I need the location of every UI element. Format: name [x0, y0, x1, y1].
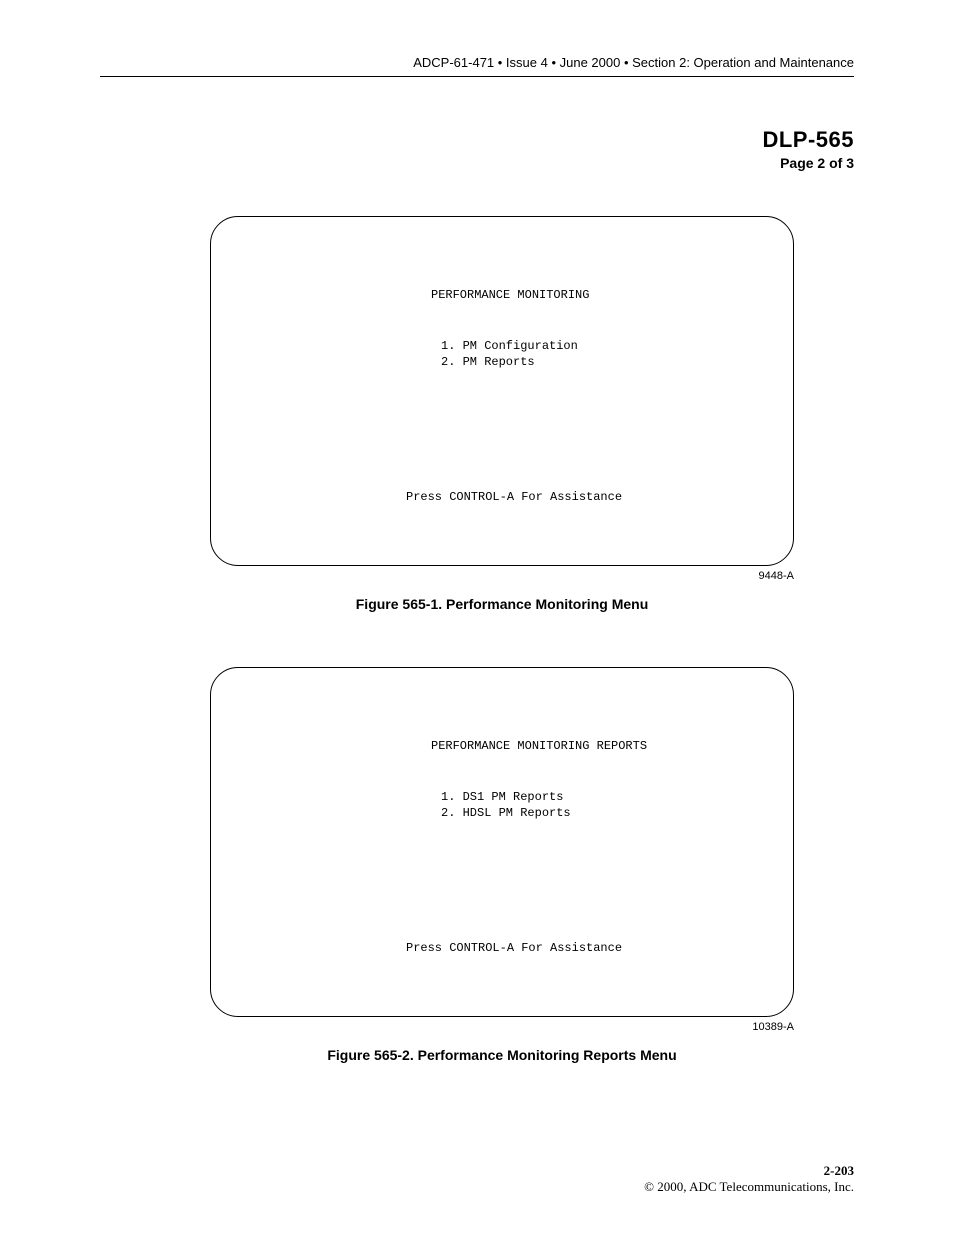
terminal-footer-text: Press CONTROL-A For Assistance — [406, 940, 793, 956]
terminal-footer-text: Press CONTROL-A For Assistance — [406, 489, 793, 505]
figure-caption: Figure 565-1. Performance Monitoring Men… — [210, 596, 794, 612]
terminal-options: 1. PM Configuration 2. PM Reports — [431, 338, 793, 370]
doc-id: DLP-565 — [100, 127, 854, 153]
figure-reference-number: 10389-A — [210, 1021, 794, 1033]
page-number: 2-203 — [644, 1163, 854, 1179]
page-footer: 2-203 © 2000, ADC Telecommunications, In… — [644, 1163, 854, 1195]
terminal-options: 1. DS1 PM Reports 2. HDSL PM Reports — [431, 789, 793, 821]
figure-1-block: PERFORMANCE MONITORING 1. PM Configurati… — [210, 216, 794, 612]
terminal-title: PERFORMANCE MONITORING — [431, 287, 793, 303]
figure-2-block: PERFORMANCE MONITORING REPORTS 1. DS1 PM… — [210, 667, 794, 1063]
terminal-option: 2. PM Reports — [441, 354, 793, 370]
terminal-option: 2. HDSL PM Reports — [441, 805, 793, 821]
terminal-option: 1. DS1 PM Reports — [441, 789, 793, 805]
figure-caption: Figure 565-2. Performance Monitoring Rep… — [210, 1047, 794, 1063]
doc-id-block: DLP-565 Page 2 of 3 — [100, 127, 854, 171]
terminal-option: 1. PM Configuration — [441, 338, 793, 354]
terminal-screen-1: PERFORMANCE MONITORING 1. PM Configurati… — [210, 216, 794, 566]
document-page: ADCP-61-471 • Issue 4 • June 2000 • Sect… — [0, 0, 954, 1235]
figure-reference-number: 9448-A — [210, 570, 794, 582]
copyright-text: © 2000, ADC Telecommunications, Inc. — [644, 1179, 854, 1195]
terminal-title: PERFORMANCE MONITORING REPORTS — [431, 738, 793, 754]
terminal-screen-2: PERFORMANCE MONITORING REPORTS 1. DS1 PM… — [210, 667, 794, 1017]
page-header-breadcrumb: ADCP-61-471 • Issue 4 • June 2000 • Sect… — [100, 55, 854, 76]
header-rule — [100, 76, 854, 77]
page-of-indicator: Page 2 of 3 — [100, 155, 854, 171]
